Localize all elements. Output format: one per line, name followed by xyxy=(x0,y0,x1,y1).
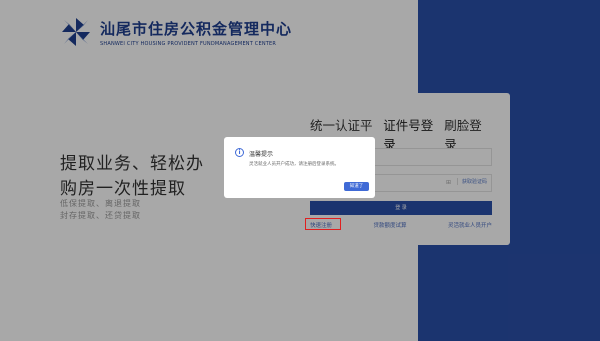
modal-message: 灵活就业人员开户成功，请注册后登录系统。 xyxy=(249,162,339,167)
modal-title: 温馨提示 xyxy=(249,151,274,158)
info-icon: i xyxy=(235,148,244,157)
quick-register-highlight-box xyxy=(305,218,341,230)
notice-modal: i 温馨提示 灵活就业人员开户成功，请注册后登录系统。 知道了 xyxy=(224,137,375,198)
modal-ok-button[interactable]: 知道了 xyxy=(344,182,369,191)
